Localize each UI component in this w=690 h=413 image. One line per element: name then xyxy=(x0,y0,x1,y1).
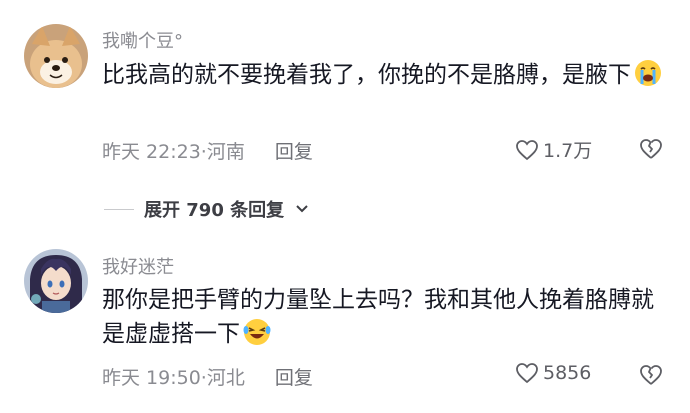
like-button[interactable]: 1.7万 xyxy=(515,136,592,163)
comment-meta: 昨天 19:50·河北 回复 xyxy=(102,363,313,390)
chevron-down-icon xyxy=(296,205,308,213)
avatar-anime[interactable] xyxy=(24,249,88,313)
comment-text-content: 比我高的就不要挽着我了，你挽的不是胳膊，是腋下 xyxy=(102,62,631,88)
comment-text-content: 那你是把手臂的力量坠上去吗？我和其他人挽着胳膊就是虚虚搭一下 xyxy=(102,287,654,347)
comment-text: 那你是把手臂的力量坠上去吗？我和其他人挽着胳膊就是虚虚搭一下 xyxy=(102,284,672,351)
shiba-dog-icon xyxy=(24,24,88,88)
like-button[interactable]: 5856 xyxy=(515,362,591,384)
broken-heart-icon[interactable] xyxy=(639,137,663,161)
heart-outline-icon xyxy=(516,139,538,160)
location: 河北 xyxy=(206,367,245,389)
expand-replies-button[interactable]: 展开 790 条回复 xyxy=(104,196,310,222)
heart-outline-icon xyxy=(516,363,538,384)
avatar-dog[interactable] xyxy=(24,24,88,88)
comment-text: 比我高的就不要挽着我了，你挽的不是胳膊，是腋下 xyxy=(102,58,672,92)
reply-button[interactable]: 回复 xyxy=(275,367,313,389)
timestamp: 昨天 22:23 xyxy=(102,141,201,163)
username[interactable]: 我嘞个豆° xyxy=(102,27,183,53)
timestamp: 昨天 19:50 xyxy=(102,367,201,389)
divider-line xyxy=(104,208,134,210)
laughing-tears-face-icon xyxy=(243,319,271,345)
anime-character-icon xyxy=(24,249,88,313)
like-count: 5856 xyxy=(543,362,592,384)
reply-button[interactable]: 回复 xyxy=(275,141,313,163)
like-count: 1.7万 xyxy=(543,140,593,162)
crying-face-icon xyxy=(635,60,661,86)
comment-meta: 昨天 22:23·河南 回复 xyxy=(102,137,313,164)
expand-replies-label: 展开 790 条回复 xyxy=(144,200,285,221)
broken-heart-icon[interactable] xyxy=(639,363,663,387)
username[interactable]: 我好迷茫 xyxy=(102,253,174,279)
location: 河南 xyxy=(206,141,245,163)
